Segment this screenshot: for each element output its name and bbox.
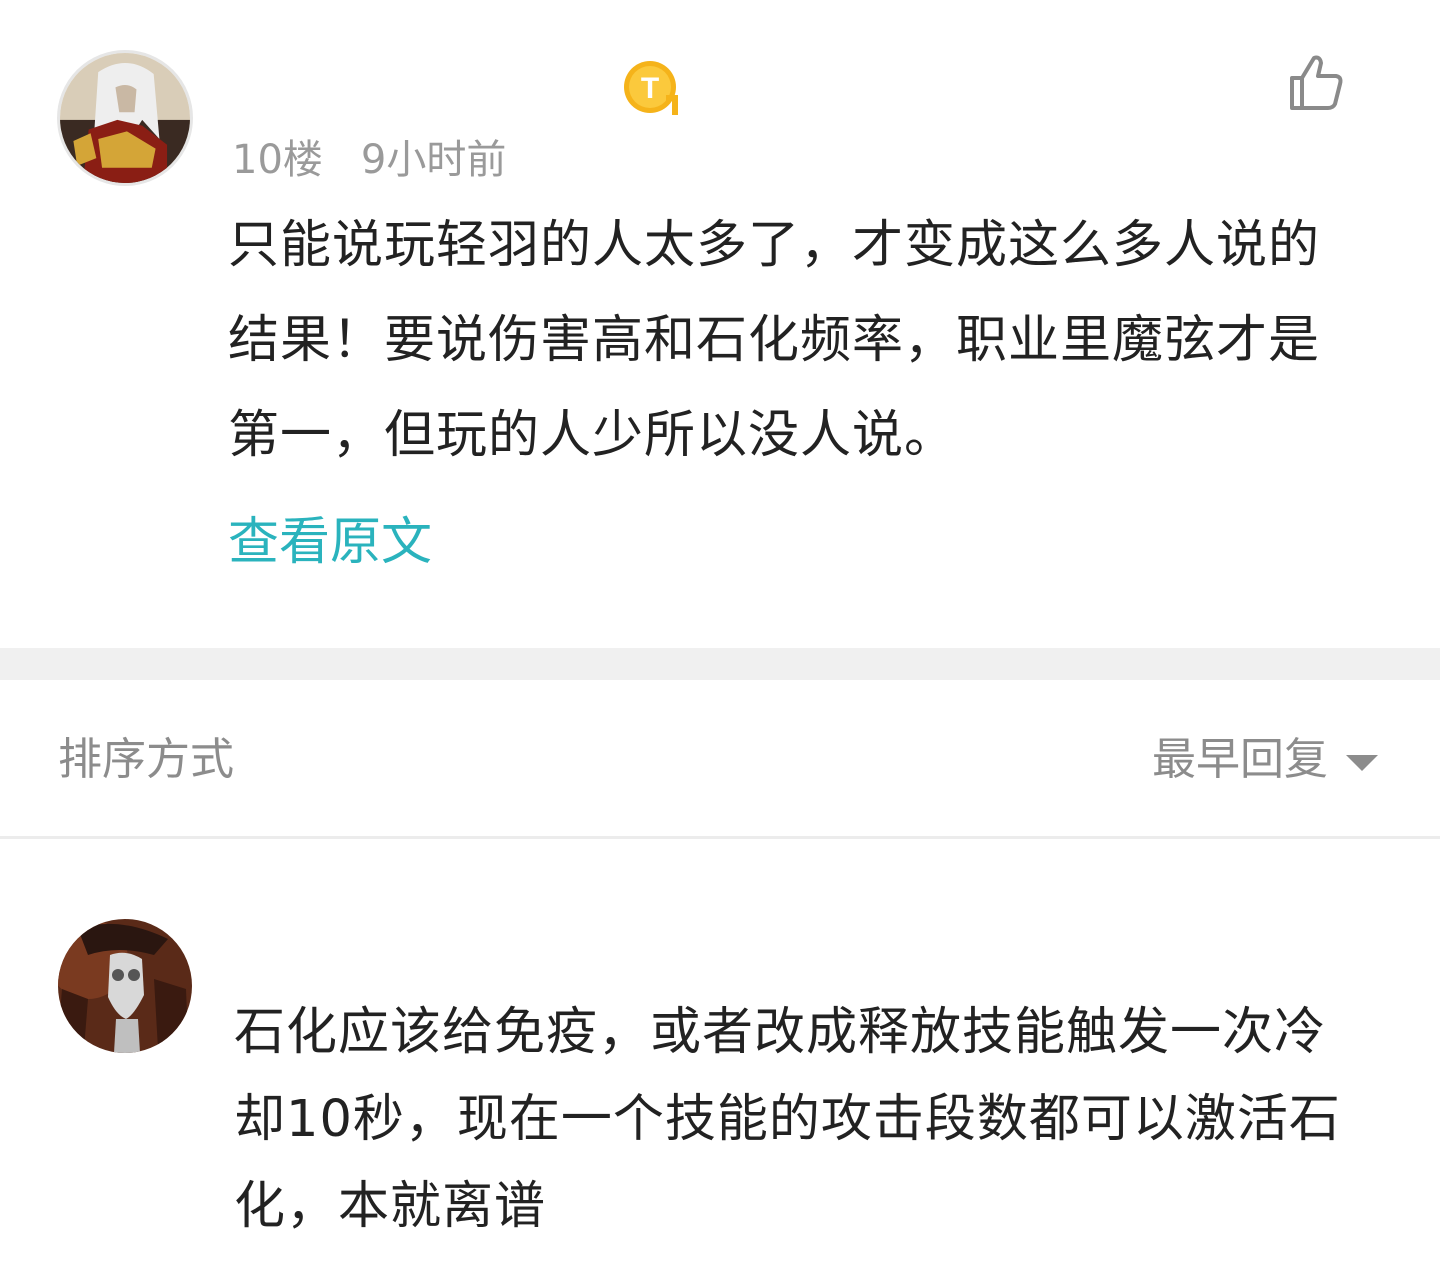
sort-bar: 排序方式 最早回复: [0, 680, 1440, 839]
sort-label: 排序方式: [58, 734, 234, 785]
view-original-link[interactable]: 查看原文: [228, 508, 432, 578]
coin-badge-letter: T: [641, 72, 659, 105]
avatar-image: [58, 919, 192, 1053]
section-divider: [0, 648, 1440, 680]
comment-meta: 10楼 9小时前: [232, 132, 506, 188]
sort-dropdown[interactable]: 最早回复: [1152, 730, 1378, 790]
comment-text: 只能说玩轻羽的人太多了，才变成这么多人说的结果！要说伤害高和石化频率，职业里魔弦…: [228, 216, 1321, 465]
like-button[interactable]: [1288, 54, 1346, 112]
comment-card: T 10楼 9小时前 只能说玩轻羽的人太多了，才变成这么多人说的结果！要说伤害高和…: [0, 0, 1440, 650]
timestamp: 9小时前: [360, 137, 507, 183]
sort-value: 最早回复: [1152, 734, 1328, 785]
coin-badge-icon: T: [622, 57, 682, 117]
avatar[interactable]: [57, 50, 193, 186]
chevron-down-icon: [1346, 755, 1378, 771]
avatar-image: [60, 53, 190, 183]
thumbs-up-icon: [1290, 55, 1343, 110]
comment-text: 石化应该给免疫，或者改成释放技能触发一次冷却10秒，现在一个技能的攻击段数都可以…: [234, 1003, 1341, 1236]
floor-number: 10楼: [232, 137, 323, 183]
comment-card: 石化应该给免疫，或者改成释放技能触发一次冷却10秒，现在一个技能的攻击段数都可以…: [0, 839, 1440, 1282]
avatar[interactable]: [58, 919, 192, 1053]
